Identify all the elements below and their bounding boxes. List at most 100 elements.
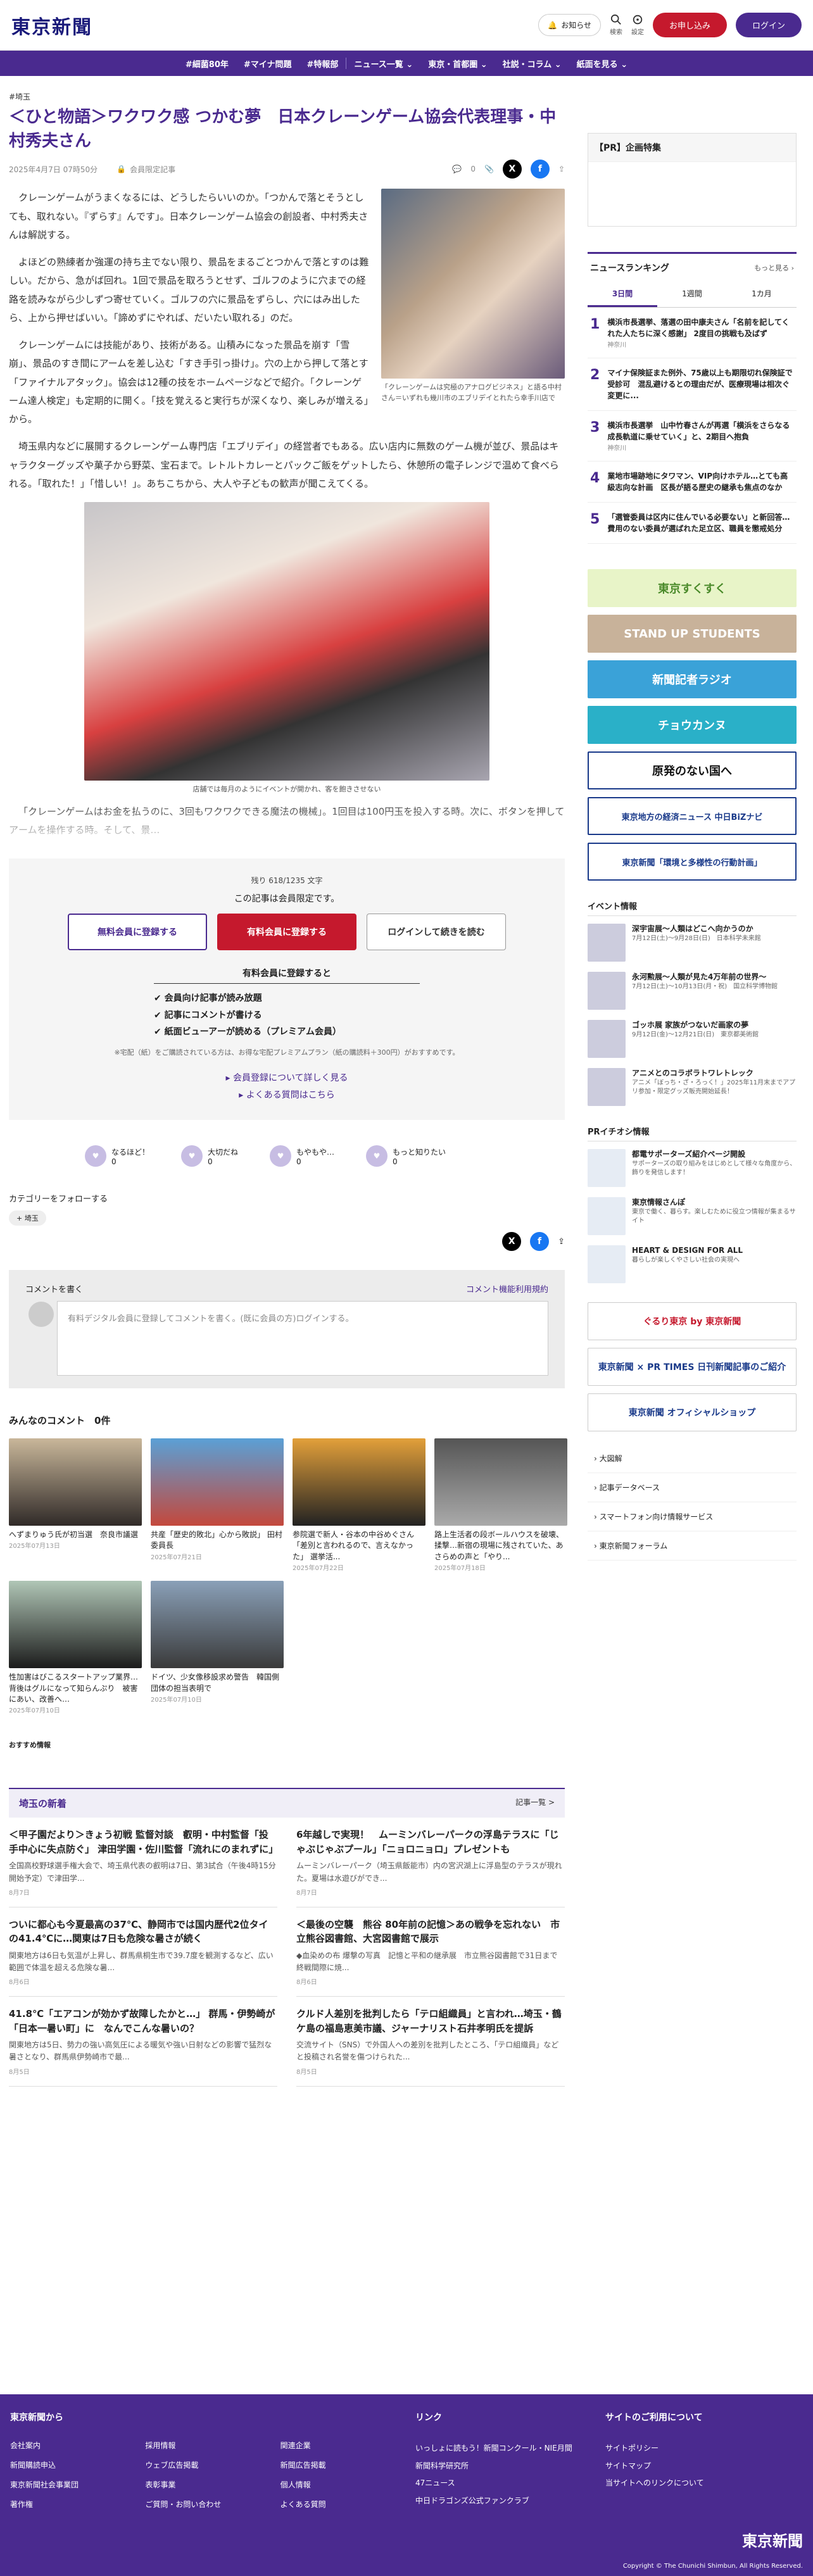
nav-item[interactable]: #マイナ問題	[236, 58, 299, 70]
reaction-button[interactable]: ♥ なるほど！ 0	[85, 1145, 149, 1167]
footer-link[interactable]: いっしょに読もう！新聞コンクール・NIE月間	[415, 2440, 605, 2458]
list-item[interactable]: 参院選で新人・谷本の中谷めぐさん「差別と言われるので、言えなかった」 選挙活..…	[293, 1438, 425, 1572]
banner-ad[interactable]: STAND UP STUDENTS	[588, 615, 797, 653]
ranking-item[interactable]: 2 マイナ保険証また例外、75歳以上も期限切れ保険証で受診可 混乱避けるとの理由だ…	[588, 358, 797, 411]
list-item[interactable]: ＜甲子園だより＞きょう初戦 監督対談 叡明・中村監督「投手中心に失点防ぐ」 津田…	[9, 1818, 278, 1907]
faq-link[interactable]: ▸ よくある質問はこちら	[66, 1087, 508, 1104]
footer-link[interactable]: 47ニュース	[415, 2475, 605, 2492]
footer-link[interactable]: 新聞科学研究所	[415, 2458, 605, 2475]
list-item[interactable]: クルド人差別を批判したら「テロ組織員」と言われ…埼玉・鶴ケ島の福島恵美市議、ジャ…	[296, 1997, 565, 2087]
nav-item[interactable]: #細菌80年	[178, 58, 236, 70]
login-button[interactable]: ログイン	[735, 13, 802, 37]
nav-item[interactable]: ニュース一覧 ⌄	[346, 58, 420, 70]
upload-share-icon[interactable]: ⇪	[558, 165, 565, 173]
banner-ad[interactable]: 東京すくすく	[588, 569, 797, 607]
list-item[interactable]: 6年越しで実現！ ムーミンバレーパークの浮島テラスに「じゃぶじゃぶプール」「ニョ…	[296, 1818, 565, 1907]
banner-ad[interactable]: チョウカンヌ	[588, 706, 797, 744]
event-item[interactable]: 深宇宙展〜人類はどこへ向かうのか 7月12日(土)〜9月28日(日) 日本科学未来…	[588, 924, 797, 962]
ranking-item[interactable]: 5 「選管委員は区内に住んでいる必要ない」と新回答…費用のない委員が選ばれた足立区…	[588, 503, 797, 544]
banner-ad[interactable]: 原発のない国へ	[588, 751, 797, 789]
search-button[interactable]: 検索	[610, 14, 622, 36]
banner-ad[interactable]: 東京新聞 オフィシャルショップ	[588, 1393, 797, 1431]
comment-icon[interactable]: 💬	[452, 165, 462, 173]
event-item[interactable]: アニメとのコラボラトワレトレック アニメ「ぼっち・ざ・ろっく！」2025年11月末…	[588, 1068, 797, 1106]
sidebar-link[interactable]: › 大図解	[588, 1444, 797, 1473]
portrait-photo[interactable]	[381, 189, 565, 379]
comment-input[interactable]: 有料デジタル会員に登録してコメントを書く。(既に会員の方)ログインする。	[28, 1301, 548, 1376]
banner-ad[interactable]: 東京新聞 × PR TIMES 日刊新聞記事のご紹介	[588, 1348, 797, 1386]
footer-link[interactable]: ウェブ広告掲載	[145, 2460, 280, 2470]
event-photo[interactable]	[84, 502, 489, 781]
follow-category-chip[interactable]: + 埼玉	[9, 1210, 46, 1226]
list-item[interactable]: ついに都心も今夏最高の37℃、静岡市では国内歴代2位タイの41.4℃に…関東は7…	[9, 1907, 277, 1997]
facebook-share-icon[interactable]: f	[530, 160, 550, 179]
pr-item[interactable]: 都電サポーターズ紹介ページ開設 サポーターズの取り組みをはじめとして様々な角度から…	[588, 1149, 797, 1187]
nav-item[interactable]: 紙面を見る ⌄	[569, 58, 635, 70]
ranking-more-link[interactable]: もっと見る ›	[754, 263, 794, 273]
list-item[interactable]: へずまりゅう氏が初当選 奈良市議選 2025年07月13日	[9, 1438, 142, 1572]
footer-link[interactable]: 個人情報	[280, 2479, 415, 2490]
banner-ad[interactable]: 新聞記者ラジオ	[588, 660, 797, 698]
site-logo[interactable]: 東京新聞	[11, 11, 92, 39]
saitama-more-link[interactable]: 記事一覧 >	[515, 1797, 555, 1810]
footer-link[interactable]: 会社案内	[10, 2440, 145, 2451]
paid-register-button[interactable]: 有料会員に登録する	[217, 914, 356, 951]
nav-item[interactable]: 東京・首都圏 ⌄	[420, 58, 495, 70]
footer-link[interactable]: 採用情報	[145, 2440, 280, 2451]
tab-3days[interactable]: 3日間	[588, 282, 657, 307]
event-item[interactable]: 永河勲展〜人類が見た4万年前の世界〜 7月12日(土)〜10月13日(月・祝) 国…	[588, 972, 797, 1010]
event-item[interactable]: ゴッホ展 家族がつないだ画家の夢 9月12日(金)〜12月21日(日) 東京都美術…	[588, 1020, 797, 1058]
nav-item[interactable]: #特報部	[299, 58, 346, 70]
x-share-icon[interactable]: X	[502, 1232, 522, 1252]
banner-ad[interactable]: 東京地方の経済ニュース 中日BiZナビ	[588, 797, 797, 835]
footer-link[interactable]: ご質問・お問い合わせ	[145, 2499, 280, 2510]
x-share-icon[interactable]: X	[502, 160, 522, 179]
list-item[interactable]: ＜最後の空襲 熊谷 80年前の記憶＞あの戦争を忘れない 市立熊谷図書館、大宮図書…	[296, 1907, 565, 1997]
apply-button[interactable]: お申し込み	[652, 13, 727, 37]
comment-rules-link[interactable]: コメント機能利用規約	[466, 1283, 548, 1295]
clip-icon[interactable]: 📎	[484, 165, 494, 173]
list-item[interactable]: 41.8℃「エアコンが効かず故障したかと…」 群馬・伊勢崎が「日本一暑い町」に …	[9, 1997, 277, 2087]
footer-link[interactable]: 新聞広告掲載	[280, 2460, 415, 2470]
reaction-button[interactable]: ♥ 大切だね 0	[181, 1145, 238, 1167]
footer-link[interactable]: 表彰事業	[145, 2479, 280, 2490]
footer-link[interactable]: 著作権	[10, 2499, 145, 2510]
avatar	[28, 1302, 54, 1328]
pr-item[interactable]: HEART & DESIGN FOR ALL 暮らしが楽しくやさしい社会の実現へ	[588, 1245, 797, 1283]
nav-item[interactable]: 社説・コラム ⌄	[495, 58, 569, 70]
tab-1month[interactable]: 1カ月	[727, 282, 797, 307]
list-item[interactable]: ドイツ、少女像移設求め警告 韓国側団体の担当表明で 2025年07月10日	[151, 1581, 284, 1714]
notification-button[interactable]: 🔔 お知らせ	[538, 14, 601, 36]
footer-link[interactable]: 中日ドラゴンズ公式ファンクラブ	[415, 2492, 605, 2510]
ranking-item[interactable]: 3 横浜市長選挙 山中竹春さんが再選「横浜をさらなる成長軌道に乗せていく」と、2期…	[588, 411, 797, 462]
list-item[interactable]: 性加害はびこるスタートアップ業界…背後はグルになって知らんぷり 被害にあい、改善…	[9, 1581, 142, 1714]
footer-link[interactable]: 東京新聞社会事業団	[10, 2479, 145, 2490]
footer-logo[interactable]: 東京新聞	[742, 2529, 803, 2551]
sidebar-link[interactable]: › 東京新聞フォーラム	[588, 1531, 797, 1561]
footer-link[interactable]: 当サイトへのリンクについて	[605, 2475, 795, 2492]
register-info-link[interactable]: ▸ 会員登録について詳しく見る	[66, 1070, 508, 1087]
login-continue-button[interactable]: ログインして続きを読む	[367, 914, 506, 951]
upload-share-icon[interactable]: ⇪	[558, 1237, 565, 1247]
footer-link[interactable]: よくある質問	[280, 2499, 415, 2510]
footer-link[interactable]: サイトポリシー	[605, 2440, 795, 2458]
list-item[interactable]: 共産「歴史的敗北」心から敗説」 田村委員長 2025年07月21日	[151, 1438, 284, 1572]
free-register-button[interactable]: 無料会員に登録する	[68, 914, 207, 951]
reaction-button[interactable]: ♥ もやもや… 0	[270, 1145, 334, 1167]
footer-link[interactable]: 新聞購読申込	[10, 2460, 145, 2470]
reaction-button[interactable]: ♥ もっと知りたい 0	[366, 1145, 446, 1167]
pr-item[interactable]: 東京情報さんぽ 東京で働く、暮らす。楽しむために役立つ情報が集まるサイト	[588, 1197, 797, 1235]
settings-button[interactable]: 設定	[631, 14, 644, 36]
banner-ad[interactable]: 東京新聞「環境と多様性の行動計画」	[588, 843, 797, 881]
banner-ad[interactable]: ぐるり東京 by 東京新聞	[588, 1302, 797, 1340]
footer-link[interactable]: サイトマップ	[605, 2458, 795, 2475]
sidebar-link[interactable]: › スマートフォン向け情報サービス	[588, 1502, 797, 1531]
facebook-share-icon[interactable]: f	[530, 1232, 550, 1252]
ranking-item[interactable]: 1 横浜市長選挙、落選の田中康夫さん「名前を記してくれた人たちに深く感謝」 2度目…	[588, 308, 797, 358]
sidebar-link[interactable]: › 記事データベース	[588, 1473, 797, 1502]
tab-1week[interactable]: 1週間	[657, 282, 727, 307]
article-tag[interactable]: #埼玉	[9, 91, 565, 102]
ranking-item[interactable]: 4 業地市場跡地にタワマン、VIP向けホテル…とても高級志向な計画 区長が語る歴史…	[588, 462, 797, 503]
footer-link[interactable]: 関連企業	[280, 2440, 415, 2451]
list-item[interactable]: 路上生活者の段ボールハウスを破壊、揉撃…新宿の現場に残されていた、あさらめの声と…	[434, 1438, 567, 1572]
